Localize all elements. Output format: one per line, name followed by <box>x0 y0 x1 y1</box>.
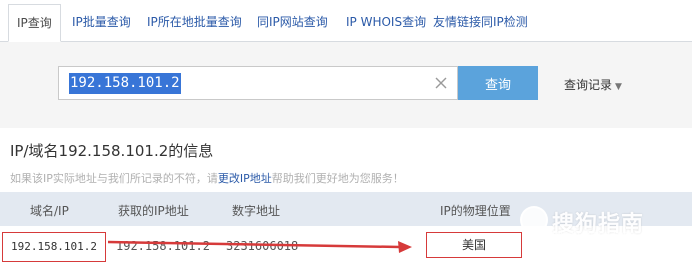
sogou-logo-icon <box>520 206 548 234</box>
arrow-line <box>107 240 401 249</box>
tab-friendlink-same-ip[interactable]: 友情链接同IP检测 <box>433 8 528 36</box>
change-ip-link[interactable]: 更改IP地址 <box>218 172 272 185</box>
tab-ip-batch-query[interactable]: IP批量查询 <box>72 8 131 36</box>
tab-bar: IP查询 IP批量查询 IP所在地批量查询 同IP网站查询 IP WHOIS查询… <box>0 0 692 42</box>
search-input[interactable]: 192.158.101.2 <box>58 66 458 100</box>
correction-note-text: 如果该IP实际地址与我们所记录的不符，请 <box>10 172 218 185</box>
search-panel: 192.158.101.2 查询 查询记录 ▼ <box>0 42 692 128</box>
query-history-label: 查询记录 <box>564 78 613 92</box>
column-header-location: IP的物理位置 <box>440 204 511 218</box>
correction-note-text-end: 帮助我们更好地为您服务！ <box>271 172 404 185</box>
tab-ip-location-batch[interactable]: IP所在地批量查询 <box>147 8 242 36</box>
column-header-ip: 获取的IP地址 <box>118 204 189 218</box>
tab-ip-query[interactable]: IP查询 <box>8 4 61 42</box>
arrow-head <box>398 241 412 253</box>
sogou-watermark: 搜狗指南 zhinan.sogou.com <box>520 200 692 240</box>
tab-ip-whois[interactable]: IP WHOIS查询 <box>346 8 426 36</box>
page-title: IP/域名192.158.101.2的信息 <box>10 142 214 160</box>
watermark-url: zhinan.sogou.com <box>550 230 632 240</box>
column-header-numeric: 数字地址 <box>232 204 281 218</box>
tab-same-ip-sites[interactable]: 同IP网站查询 <box>257 8 328 36</box>
search-input-value[interactable]: 192.158.101.2 <box>69 73 181 94</box>
caret-down-icon: ▼ <box>615 82 622 92</box>
search-button[interactable]: 查询 <box>458 66 538 100</box>
column-header-domain: 域名/IP <box>30 204 69 218</box>
close-icon[interactable] <box>433 75 449 91</box>
query-history-dropdown[interactable]: 查询记录 ▼ <box>564 76 622 93</box>
correction-note: 如果该IP实际地址与我们所记录的不符，请更改IP地址帮助我们更好地为您服务！ <box>10 170 404 186</box>
